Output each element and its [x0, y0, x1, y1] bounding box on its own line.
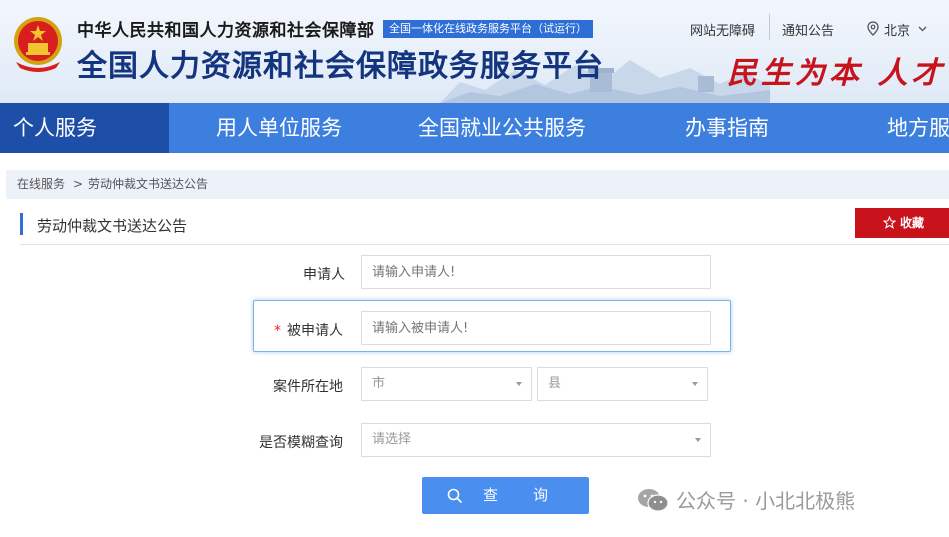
- respondent-input[interactable]: [361, 311, 711, 345]
- notice-link[interactable]: 通知公告: [782, 20, 834, 39]
- breadcrumb-current: 劳动仲裁文书送达公告: [88, 177, 209, 191]
- city-select[interactable]: 市: [361, 367, 532, 401]
- respondent-label: * 被申请人: [274, 320, 343, 340]
- section-divider: [20, 244, 949, 245]
- search-label-1: 查: [483, 486, 499, 504]
- favorite-button[interactable]: 收藏: [855, 208, 949, 238]
- fuzzy-query-value: 请选择: [372, 432, 412, 447]
- required-mark: *: [274, 323, 281, 339]
- location-pin-icon: [867, 21, 879, 36]
- site-header: 中华人民共和国人力资源和社会保障部 全国一体化在线政务服务平台（试运行） 全国人…: [0, 0, 949, 103]
- nav-item-personal[interactable]: 个人服务: [0, 103, 169, 153]
- platform-tag: 全国一体化在线政务服务平台（试运行）: [383, 20, 593, 38]
- chevron-down-icon[interactable]: [918, 26, 927, 32]
- page-title: 劳动仲裁文书送达公告: [37, 217, 188, 235]
- org-name: 中华人民共和国人力资源和社会保障部: [77, 21, 375, 41]
- caret-down-icon: [516, 382, 522, 386]
- applicant-label: 申请人: [303, 267, 345, 283]
- fuzzy-query-select[interactable]: 请选择: [361, 423, 711, 457]
- applicant-input[interactable]: [361, 255, 711, 289]
- platform-title[interactable]: 全国人力资源和社会保障政务服务平台: [77, 41, 604, 85]
- watermark-text: 公众号 · 小北北极熊: [676, 489, 856, 513]
- breadcrumb-home[interactable]: 在线服务: [17, 170, 65, 199]
- caret-down-icon: [692, 382, 698, 386]
- section-accent-bar: [20, 213, 23, 235]
- national-emblem-icon: [14, 17, 62, 72]
- fuzzy-query-label: 是否模糊查询: [259, 435, 343, 451]
- county-select-value: 县: [548, 376, 562, 391]
- county-select[interactable]: 县: [537, 367, 708, 401]
- search-label-2: 询: [533, 486, 549, 504]
- breadcrumb: 在线服务 > 劳动仲裁文书送达公告: [6, 170, 949, 199]
- accessibility-link[interactable]: 网站无障碍: [690, 20, 755, 39]
- wechat-icon: [638, 489, 669, 512]
- breadcrumb-separator: >: [73, 177, 84, 191]
- top-links-divider: [769, 14, 770, 40]
- main-nav: 个人服务 用人单位服务 全国就业公共服务 办事指南 地方服务: [0, 103, 949, 153]
- favorite-label: 收藏: [900, 216, 925, 230]
- respondent-label-text: 被申请人: [287, 323, 343, 339]
- city-select-value: 市: [372, 376, 386, 391]
- location-selector[interactable]: 北京: [884, 20, 910, 39]
- caret-down-icon: [695, 438, 701, 442]
- location-label: 案件所在地: [273, 379, 343, 395]
- star-icon: [883, 216, 896, 229]
- nav-item-employer[interactable]: 用人单位服务: [216, 103, 342, 153]
- search-button[interactable]: 查 询: [422, 477, 589, 514]
- nav-item-guide[interactable]: 办事指南: [685, 103, 769, 153]
- search-icon: [447, 488, 463, 504]
- nav-item-employment[interactable]: 全国就业公共服务: [418, 103, 586, 153]
- nav-item-local[interactable]: 地方服务: [887, 103, 949, 153]
- slogan: 民生为本 人才优: [727, 56, 949, 91]
